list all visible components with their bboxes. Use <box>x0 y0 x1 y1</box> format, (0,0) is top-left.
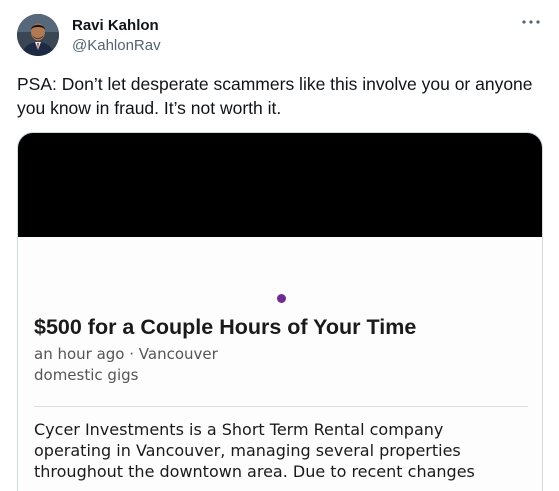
ad-category: domestic gigs <box>34 366 139 384</box>
ad-meta: an hour ago · Vancouver <box>34 345 218 363</box>
divider <box>34 406 528 407</box>
ad-body-line: Cycer Investments is a Short Term Rental… <box>34 420 444 439</box>
favorite-dot-icon <box>277 294 286 303</box>
tweet-media-image[interactable]: $500 for a Couple Hours of Your Time an … <box>17 132 543 491</box>
ad-body-line: operating in Vancouver, managing several… <box>34 441 461 460</box>
more-options-button[interactable] <box>517 12 545 32</box>
ad-body-line: throughout the downtown area. Due to rec… <box>34 462 475 481</box>
user-handle[interactable]: @KahlonRav <box>72 36 161 56</box>
redacted-area <box>18 133 542 237</box>
ad-body: Cycer Investments is a Short Term Rental… <box>34 419 539 482</box>
more-horizontal-icon <box>522 20 540 24</box>
tweet: Ravi Kahlon @KahlonRav PSA: Don’t let de… <box>0 0 559 491</box>
profile-photo-icon <box>17 14 59 56</box>
avatar[interactable] <box>17 14 59 56</box>
ad-title: $500 for a Couple Hours of Your Time <box>34 315 417 339</box>
display-name[interactable]: Ravi Kahlon <box>72 16 161 35</box>
author-info: Ravi Kahlon @KahlonRav <box>72 16 161 56</box>
tweet-text: PSA: Don’t let desperate scammers like t… <box>17 74 533 118</box>
